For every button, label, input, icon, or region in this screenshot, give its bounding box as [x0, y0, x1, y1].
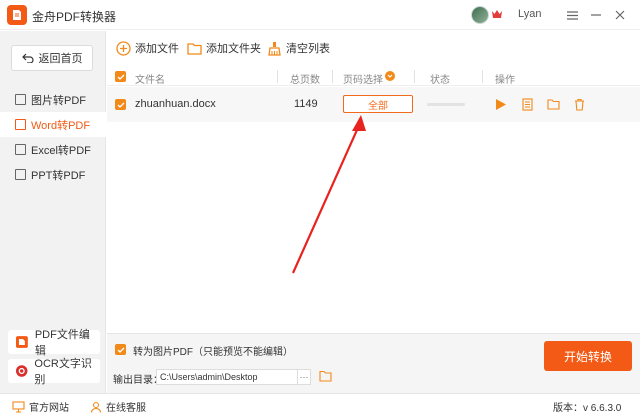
- pdf-edit-label: PDF文件编辑: [34, 329, 90, 357]
- convert-to-image-pdf-checkbox[interactable]: [115, 344, 126, 355]
- column-divider: [414, 70, 415, 83]
- column-header-status: 状态: [430, 75, 450, 86]
- word-icon: [15, 119, 26, 130]
- add-file-button[interactable]: 添加文件: [115, 38, 179, 58]
- select-all-checkbox[interactable]: [115, 71, 126, 82]
- app-logo-icon: [7, 5, 27, 25]
- sidebar-item-label: Word转PDF: [31, 119, 91, 132]
- online-support-link[interactable]: 在线客服: [90, 399, 146, 414]
- sidebar-item-label: 图片转PDF: [31, 94, 86, 107]
- user-avatar[interactable]: [471, 6, 489, 24]
- file-table-header: 文件名 总页数 页码选择 状态 操作: [107, 67, 640, 86]
- monitor-icon: [12, 400, 25, 413]
- file-name: zhuanhuan.docx: [135, 98, 216, 110]
- ppt-icon: [15, 169, 26, 180]
- folder-open-icon[interactable]: [546, 97, 560, 111]
- conversion-progress-bar: [427, 103, 465, 106]
- page-count: 1149: [294, 98, 318, 110]
- column-divider: [277, 70, 278, 83]
- online-support-label: 在线客服: [106, 403, 146, 414]
- back-home-label: 返回首页: [38, 53, 83, 65]
- column-divider: [482, 70, 483, 83]
- user-support-icon: [90, 401, 102, 413]
- minimize-icon[interactable]: [587, 6, 605, 24]
- ocr-icon: [15, 365, 28, 377]
- excel-icon: [15, 144, 26, 155]
- folder-icon: [186, 40, 202, 56]
- output-dir-input[interactable]: C:\Users\admin\Desktop: [156, 369, 310, 385]
- delete-icon[interactable]: [572, 97, 586, 111]
- bottom-panel: 转为图片PDF（只能预览不能编辑） 输出目录： C:\Users\admin\D…: [107, 333, 640, 393]
- column-header-name: 文件名: [135, 75, 165, 86]
- open-folder-icon[interactable]: [319, 370, 332, 382]
- add-folder-label: 添加文件夹: [206, 43, 261, 55]
- app-title: 金舟PDF转换器: [32, 10, 117, 24]
- sidebar-item-label: PPT转PDF: [31, 169, 86, 182]
- ocr-label: OCR文字识别: [34, 358, 92, 386]
- sidebar-item-word-to-pdf[interactable]: Word转PDF: [0, 112, 106, 137]
- column-divider: [332, 70, 333, 83]
- close-icon[interactable]: [611, 6, 629, 24]
- sidebar-item-ppt-to-pdf[interactable]: PPT转PDF: [0, 162, 106, 187]
- clear-list-label: 清空列表: [286, 43, 330, 55]
- ocr-tool-button[interactable]: OCR文字识别: [8, 358, 100, 386]
- sidebar-item-image-to-pdf[interactable]: 图片转PDF: [0, 87, 106, 112]
- version-text: 版本：v 6.6.3.0: [553, 399, 621, 414]
- version-label: 版本：v 6.6.3.0: [553, 403, 622, 414]
- sidebar-item-excel-to-pdf[interactable]: Excel转PDF: [0, 137, 106, 162]
- play-icon[interactable]: [494, 97, 508, 111]
- official-website-label: 官方网站: [29, 403, 69, 414]
- title-bar: 金舟PDF转换器 Lyan: [0, 0, 640, 30]
- pdf-edit-tool-button[interactable]: PDF文件编辑: [8, 329, 100, 357]
- pdf-edit-icon: [15, 336, 28, 348]
- column-header-actions: 操作: [495, 75, 515, 86]
- column-header-pages: 总页数: [290, 75, 320, 86]
- browse-button[interactable]: ···: [297, 369, 311, 385]
- add-circle-icon: [115, 40, 131, 56]
- add-file-label: 添加文件: [135, 43, 179, 55]
- back-home-button[interactable]: 返回首页: [11, 45, 93, 71]
- image-icon: [15, 94, 26, 105]
- user-name[interactable]: Lyan: [518, 8, 541, 20]
- table-row[interactable]: zhuanhuan.docx 1149 全部: [107, 87, 640, 122]
- menu-icon[interactable]: [563, 6, 581, 24]
- vip-badge-icon: [492, 10, 502, 18]
- sidebar-item-label: Excel转PDF: [31, 144, 91, 157]
- clear-list-button[interactable]: 清空列表: [266, 38, 330, 58]
- row-checkbox[interactable]: [115, 99, 126, 110]
- status-bar: 官方网站 在线客服 版本：v 6.6.3.0: [0, 393, 640, 416]
- document-icon[interactable]: [520, 97, 534, 111]
- add-folder-button[interactable]: 添加文件夹: [186, 38, 261, 58]
- dropdown-badge-icon[interactable]: [385, 71, 395, 81]
- convert-to-image-pdf-label: 转为图片PDF（只能预览不能编辑）: [133, 347, 293, 358]
- sidebar: 返回首页 图片转PDF Word转PDF Excel转PDF PPT转PDF P…: [0, 31, 106, 393]
- official-website-link[interactable]: 官方网站: [12, 399, 69, 414]
- page-range-select[interactable]: 全部: [343, 95, 413, 113]
- column-header-page-select: 页码选择: [343, 75, 383, 86]
- broom-icon: [266, 40, 282, 56]
- back-arrow-icon: [21, 53, 34, 63]
- start-convert-button[interactable]: 开始转换: [544, 341, 632, 371]
